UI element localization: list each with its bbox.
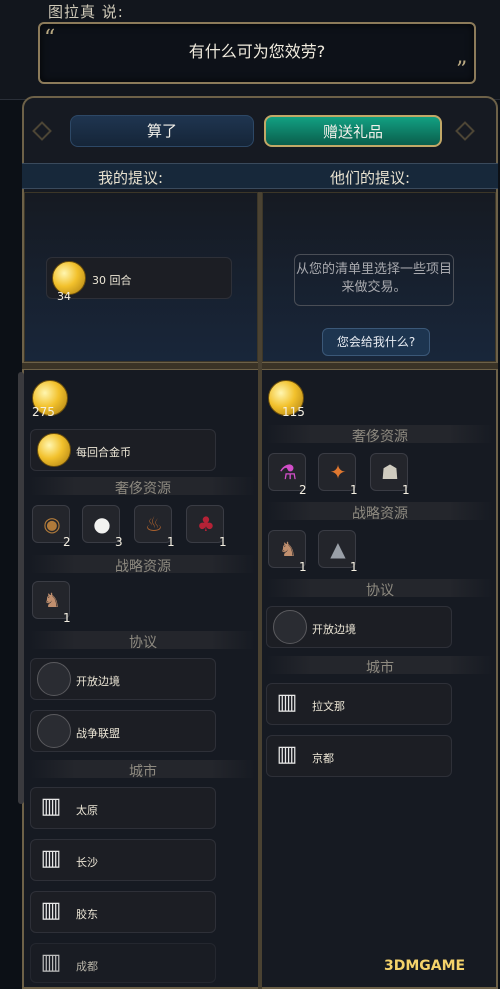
their-luxury-title: 奢侈资源 [352, 429, 408, 445]
my-city-label: 太原 [76, 804, 98, 817]
my-strategic-count: 1 [63, 611, 71, 625]
my-luxury-title: 奢侈资源 [115, 481, 171, 497]
open-borders-icon [273, 610, 307, 644]
their-luxury-count: 1 [350, 483, 358, 497]
my-agreement-label: 战争联盟 [76, 727, 120, 740]
city-icon: ▥ [40, 846, 62, 871]
gold-coin-icon [37, 433, 71, 467]
city-icon: ▥ [276, 742, 298, 767]
their-cities-title: 城市 [366, 660, 394, 676]
my-offer-item-label: 30 回合 [92, 274, 132, 287]
my-city-label: 成都 [76, 960, 98, 973]
gift-button[interactable]: 赠送礼品 [264, 115, 442, 147]
city-icon: ▥ [40, 898, 62, 923]
city-icon: ▥ [40, 950, 62, 975]
open-borders-icon [37, 662, 71, 696]
what-will-you-give-button[interactable]: 您会给我什么? [322, 328, 430, 356]
their-city-label: 拉文那 [312, 700, 345, 713]
their-strategic-title: 战略资源 [352, 506, 408, 522]
their-agreement-label: 开放边境 [312, 623, 356, 636]
my-luxury-count: 2 [63, 535, 71, 549]
my-luxury-count: 3 [115, 535, 123, 549]
my-luxury-count: 1 [219, 535, 227, 549]
their-strategic-count: 1 [299, 560, 307, 574]
their-luxury-count: 2 [299, 483, 307, 497]
inventory-scrollbar[interactable] [18, 372, 24, 804]
their-gold-amount: 115 [282, 405, 305, 419]
my-offer-item-count: 34 [57, 290, 71, 303]
their-offer-hint: 从您的清单里选择一些项目来做交易。 [294, 254, 454, 306]
speaker-name: 图拉真 说: [48, 3, 124, 21]
watermark: 3DMGAME [384, 958, 466, 974]
my-city-label: 长沙 [76, 856, 98, 869]
my-cities-title: 城市 [129, 764, 157, 780]
my-agreements-title: 协议 [129, 635, 157, 651]
offer-headers-bar [22, 163, 498, 189]
their-city-label: 京都 [312, 752, 334, 765]
my-strategic-title: 战略资源 [115, 559, 171, 575]
city-icon: ▥ [40, 794, 62, 819]
their-luxury-count: 1 [402, 483, 410, 497]
my-gold-per-turn-label: 每回合金币 [76, 446, 131, 459]
cancel-button[interactable]: 算了 [70, 115, 254, 147]
my-city-label: 胶东 [76, 908, 98, 921]
city-icon: ▥ [276, 690, 298, 715]
my-agreement-label: 开放边境 [76, 675, 120, 688]
their-strategic-count: 1 [350, 560, 358, 574]
crossed-swords-icon [37, 714, 71, 748]
column-divider [258, 192, 262, 989]
their-offer-header: 他们的提议: [330, 169, 411, 187]
my-gold-amount: 275 [32, 405, 55, 419]
their-agreements-title: 协议 [366, 583, 394, 599]
my-offer-header: 我的提议: [98, 169, 164, 187]
speech-text: 有什么可为您效劳? [188, 42, 326, 61]
my-luxury-count: 1 [167, 535, 175, 549]
